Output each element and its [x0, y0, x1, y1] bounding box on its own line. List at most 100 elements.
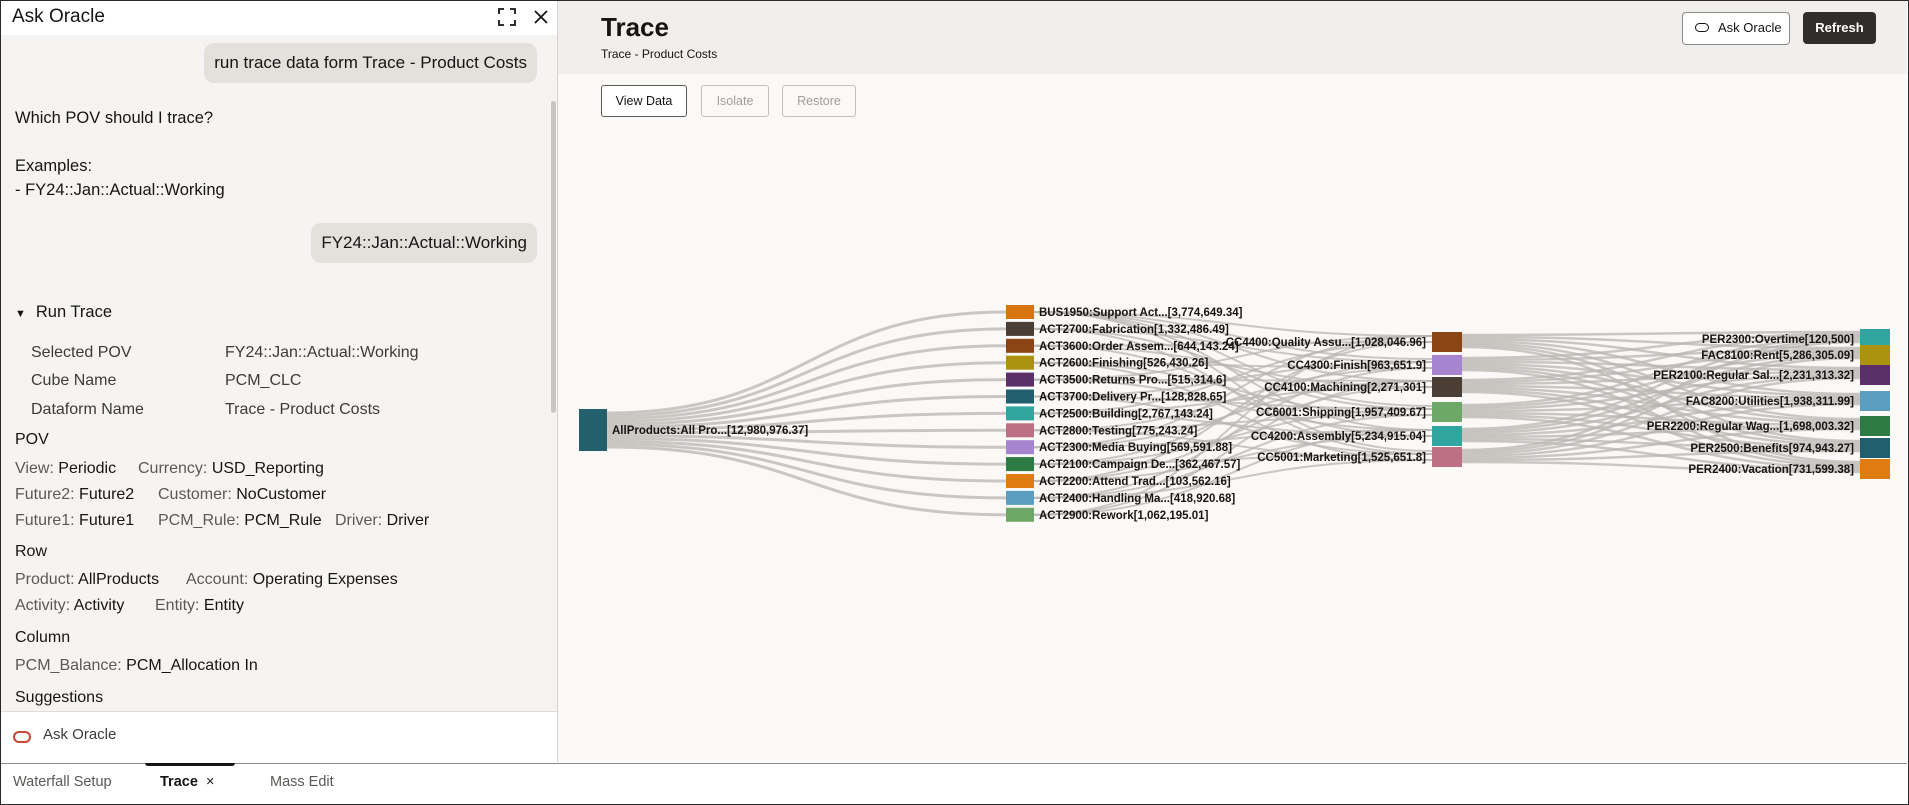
tab-waterfall-setup[interactable]: Waterfall Setup [13, 774, 112, 790]
panel-header: Ask Oracle [1, 1, 557, 35]
close-icon[interactable] [531, 7, 553, 29]
sankey-node-label: ACT2700:Fabrication[1,332,486.49] [1039, 324, 1229, 336]
sankey-node-activity[interactable] [1006, 338, 1034, 353]
sankey-node-label: PER2400:Vacation[731,599.38] [1688, 464, 1854, 476]
ask-oracle-input[interactable]: Ask Oracle [1, 711, 557, 762]
user-message: run trace data form Trace - Product Cost… [204, 43, 537, 83]
sankey-node-costcenter[interactable] [1432, 355, 1462, 375]
ask-oracle-button[interactable]: Ask Oracle [1682, 12, 1790, 45]
sankey-node-costcenter[interactable] [1432, 447, 1462, 467]
oracle-logo-icon [13, 731, 31, 743]
sankey-node-activity[interactable] [1006, 457, 1034, 472]
sankey-node-label: CC4400:Quality Assu...[1,028,046.96] [1226, 337, 1426, 349]
sankey-node-activity[interactable] [1006, 490, 1034, 505]
sankey-node-costcenter[interactable] [1432, 332, 1462, 352]
pov-future1: Future1: Future1 [15, 512, 134, 530]
trace-page: Trace Trace - Product Costs Ask Oracle R… [558, 1, 1907, 762]
pov-value: PCM_Rule [244, 512, 322, 529]
row-label: Account: [186, 571, 249, 588]
bottom-tab-bar: Waterfall Setup Trace × Mass Edit [1, 763, 1907, 804]
sankey-node-label: PER2200:Regular Wag...[1,698,003.32] [1647, 421, 1854, 433]
sankey-node-account[interactable] [1860, 459, 1890, 479]
kv-value: Trace - Product Costs [225, 401, 381, 418]
sankey-node-costcenter[interactable] [1432, 426, 1462, 446]
pov-value: Driver [386, 512, 430, 529]
row-heading: Row [15, 543, 48, 560]
column-heading: Column [15, 629, 71, 646]
sankey-node-costcenter[interactable] [1432, 402, 1462, 422]
sankey-node-source[interactable] [579, 409, 607, 451]
sankey-node-activity[interactable] [1006, 321, 1034, 336]
page-title: Trace [601, 12, 669, 42]
tab-trace[interactable]: Trace × [160, 774, 214, 790]
sankey-node-activity[interactable] [1006, 372, 1034, 387]
sankey-node-activity[interactable] [1006, 389, 1034, 404]
tab-mass-edit[interactable]: Mass Edit [270, 774, 334, 790]
sankey-node-label: PER2100:Regular Sal...[2,231,313.32] [1653, 370, 1854, 382]
pov-heading: POV [15, 431, 49, 448]
sankey-node-account[interactable] [1860, 438, 1890, 458]
scrollbar[interactable] [551, 101, 556, 413]
pov-label: Future2: [15, 486, 75, 503]
tab-close-icon[interactable]: × [206, 774, 214, 790]
sankey-node-activity[interactable] [1006, 305, 1034, 319]
panel-title: Ask Oracle [12, 6, 105, 27]
sankey-node-activity[interactable] [1006, 474, 1034, 488]
pov-value: Future2 [79, 486, 135, 503]
sankey-node-activity[interactable] [1006, 406, 1034, 421]
sankey-node-label: ACT2200:Attend Trad...[103,562.16] [1039, 476, 1231, 488]
kv-value: PCM_CLC [225, 372, 302, 389]
sankey-node-account[interactable] [1860, 345, 1890, 365]
pov-rule: PCM_Rule: PCM_Rule [158, 512, 322, 530]
sankey-node-activity[interactable] [1006, 507, 1034, 522]
pov-value: Future1 [79, 512, 135, 529]
sankey-node-label: ACT2600:Finishing[526,430.26] [1039, 358, 1209, 370]
row-label: Entity: [155, 597, 200, 614]
pov-label: Currency: [138, 460, 208, 477]
sankey-node-label: CC4200:Assembly[5,234,915.04] [1251, 431, 1426, 443]
sankey-node-account[interactable] [1860, 416, 1890, 436]
sankey-node-label: PER2300:Overtime[120,500] [1702, 334, 1854, 346]
ask-oracle-panel: Ask Oracle run trace data form Trace - P… [1, 1, 558, 762]
row-account: Account: Operating Expenses [186, 571, 398, 589]
row-entity: Entity: Entity [155, 597, 244, 615]
sankey-link[interactable] [606, 378, 1007, 426]
pov-value: USD_Reporting [211, 460, 324, 477]
pov-label: View: [15, 460, 54, 477]
sankey-node-label: ACT3700:Delivery Pr...[128,828.65] [1039, 392, 1226, 404]
tab-label: Trace [160, 774, 198, 790]
sankey-node-label: ACT3500:Returns Pro...[515,314.6] [1039, 375, 1226, 387]
examples-label: Examples: [15, 157, 93, 175]
sankey-node-activity[interactable] [1006, 423, 1034, 438]
sankey-node-costcenter[interactable] [1432, 377, 1462, 397]
pov-future2: Future2: Future2 [15, 486, 134, 504]
run-trace-toggle[interactable]: ▼ Run Trace [15, 303, 112, 322]
kv-value: FY24::Jan::Actual::Working [225, 344, 419, 361]
column-label: PCM_Balance: [15, 657, 122, 674]
example-item: - FY24::Jan::Actual::Working [15, 181, 225, 199]
sankey-node-activity[interactable] [1006, 355, 1034, 370]
kv-label: Cube Name [31, 372, 117, 389]
ask-oracle-label: Ask Oracle [1718, 20, 1782, 35]
chat-body[interactable]: run trace data form Trace - Product Cost… [1, 35, 557, 711]
sankey-node-account[interactable] [1860, 365, 1890, 385]
trace-sankey-chart[interactable]: AllProducts:All Pro...[12,980,976.37] BUS… [558, 74, 1907, 762]
sankey-node-label: CC4100:Machining[2,271,301] [1264, 382, 1426, 394]
column-balance: PCM_Balance: PCM_Allocation In [15, 657, 258, 675]
sankey-node-label: ACT3600:Order Assem...[644,143.24] [1039, 341, 1239, 353]
pov-driver: Driver: Driver [335, 512, 429, 530]
pov-currency: Currency: USD_Reporting [138, 460, 324, 478]
caret-down-icon: ▼ [15, 308, 26, 320]
expand-icon[interactable] [497, 7, 519, 29]
sankey-node-account[interactable] [1860, 391, 1890, 411]
sankey-node-label: CC6001:Shipping[1,957,409.67] [1256, 407, 1426, 419]
sankey-node-label: ACT2100:Campaign De...[362,467.57] [1039, 459, 1241, 471]
row-value: Operating Expenses [252, 571, 398, 588]
row-product: Product: AllProducts [15, 571, 159, 589]
sankey-node-activity[interactable] [1006, 440, 1034, 455]
row-value: Activity [73, 597, 125, 614]
sankey-node-label: BUS1950:Support Act...[3,774,649.34] [1039, 307, 1243, 319]
refresh-button[interactable]: Refresh [1803, 12, 1876, 44]
sankey-node-label: CC4300:Finish[963,651.9] [1287, 360, 1426, 372]
sankey-node-label: AllProducts:All Pro...[12,980,976.37] [612, 425, 808, 437]
